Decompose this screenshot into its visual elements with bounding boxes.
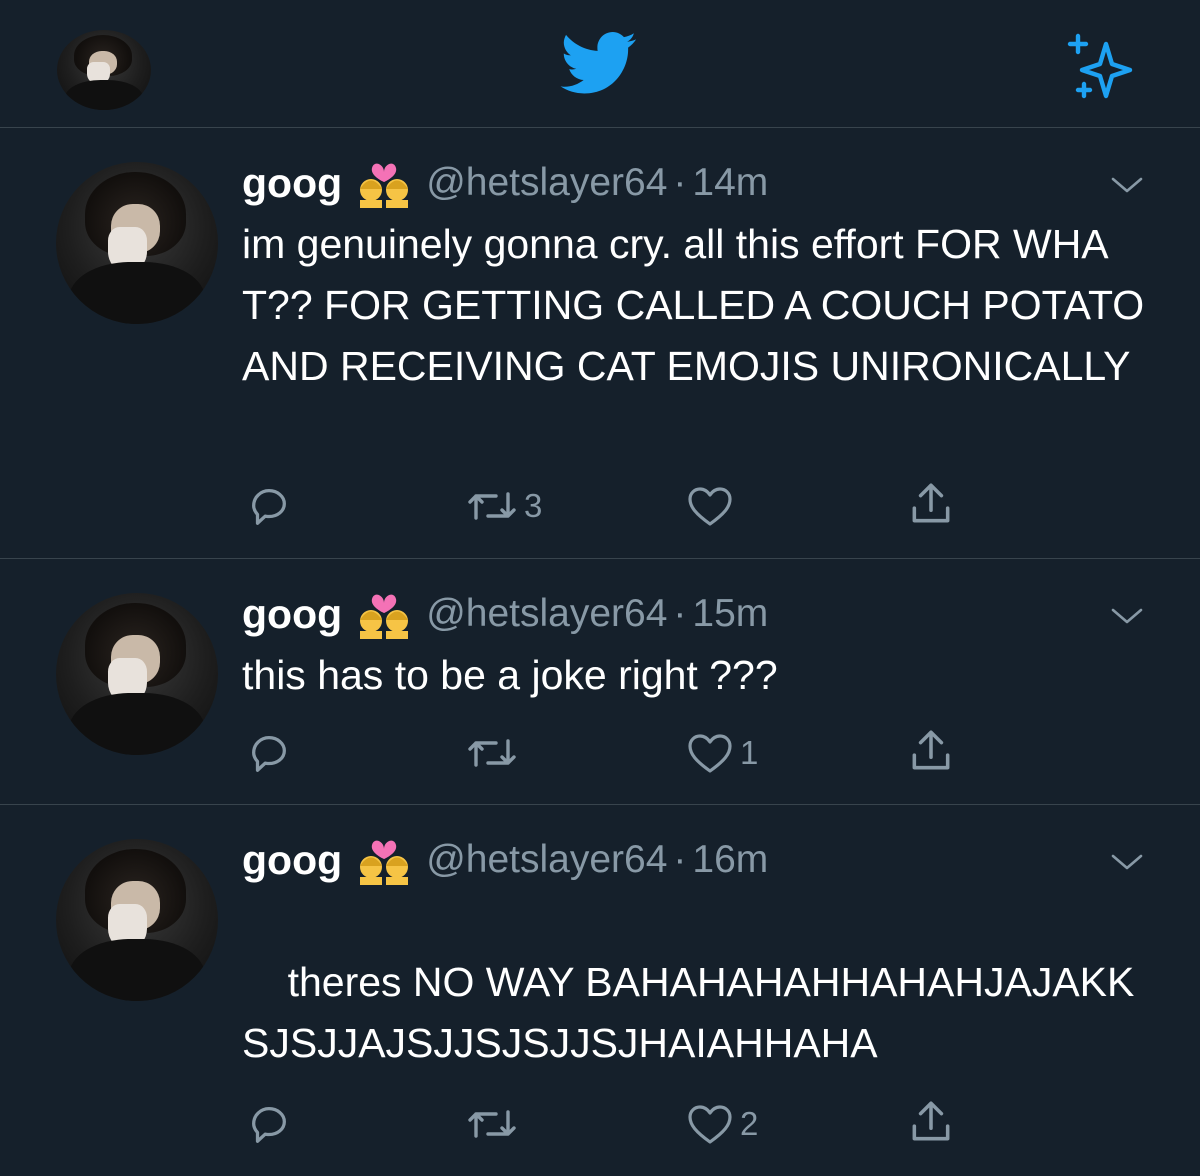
avatar[interactable] (56, 162, 218, 324)
handle[interactable]: @hetslayer64 (426, 838, 667, 882)
chevron-down-icon[interactable] (1110, 851, 1144, 873)
like-count: 2 (740, 1105, 759, 1142)
couple-with-heart-emoji (360, 163, 409, 208)
heart-icon (688, 487, 732, 526)
reply-button[interactable] (246, 482, 298, 530)
reply-icon (252, 736, 286, 772)
chevron-down-icon[interactable] (1110, 174, 1144, 196)
retweet-icon (468, 1110, 516, 1138)
tweet-header: goog @hetslayer64 · 15m (242, 589, 768, 639)
tweet-header: goog @hetslayer64 · 14m (242, 158, 768, 208)
tweet[interactable]: goog @hetslayer64 · 14m im genuinely gon… (0, 128, 1200, 559)
handle[interactable]: @hetslayer64 (426, 592, 667, 636)
reply-button[interactable] (246, 729, 298, 777)
retweet-icon (468, 492, 516, 520)
share-button[interactable] (906, 727, 956, 775)
like-button[interactable]: 2 (686, 1100, 758, 1148)
avatar[interactable] (56, 839, 218, 1001)
chevron-down-icon[interactable] (1110, 605, 1144, 627)
timestamp[interactable]: 15m (692, 592, 768, 636)
tweet-text: im genuinely gonna cry. all this effort … (242, 221, 1154, 389)
retweet-button[interactable] (466, 729, 524, 777)
like-button[interactable] (686, 482, 740, 530)
retweet-count: 3 (524, 487, 543, 524)
reply-icon (252, 1107, 286, 1143)
separator: · (673, 838, 687, 881)
tweet-header: goog @hetslayer64 · 16m (242, 835, 768, 885)
share-button[interactable] (906, 1098, 956, 1146)
profile-avatar[interactable] (57, 30, 151, 110)
tweet-text: theres NO WAY BAHAHAHAHHAHAHJAJAKKSJSJJA… (242, 891, 1142, 1135)
tweet[interactable]: goog @hetslayer64 · 15m this has to be a… (0, 559, 1200, 805)
avatar[interactable] (56, 593, 218, 755)
retweet-icon (468, 739, 516, 767)
tweet[interactable]: goog @hetslayer64 · 16m theres NO WAY BA… (0, 805, 1200, 1176)
like-count: 1 (740, 734, 759, 771)
display-name[interactable]: goog (242, 160, 342, 207)
share-icon (912, 1101, 950, 1141)
tweet-text-content: theres NO WAY BAHAHAHAHHAHAHJAJAKKSJSJJA… (242, 959, 1135, 1066)
separator: · (673, 161, 687, 204)
display-name[interactable]: goog (242, 837, 342, 884)
twitter-bird-icon (560, 32, 637, 94)
tweet-text: this has to be a joke right ??? (242, 652, 778, 698)
sparkle-icon[interactable] (1064, 30, 1136, 100)
share-icon (912, 730, 950, 770)
display-name[interactable]: goog (242, 591, 342, 638)
like-button[interactable]: 1 (686, 729, 758, 777)
couple-with-heart-emoji (360, 840, 409, 885)
timestamp[interactable]: 16m (692, 838, 768, 882)
retweet-button[interactable]: 3 (466, 482, 542, 530)
heart-icon (688, 734, 732, 773)
timestamp[interactable]: 14m (692, 161, 768, 205)
reply-button[interactable] (246, 1100, 298, 1148)
heart-icon (688, 1105, 732, 1144)
reply-icon (252, 489, 286, 525)
couple-with-heart-emoji (360, 594, 409, 639)
share-button[interactable] (906, 480, 956, 528)
handle[interactable]: @hetslayer64 (426, 161, 667, 205)
share-icon (912, 483, 950, 523)
retweet-button[interactable] (466, 1100, 524, 1148)
separator: · (673, 592, 687, 635)
top-bar (0, 0, 1200, 128)
